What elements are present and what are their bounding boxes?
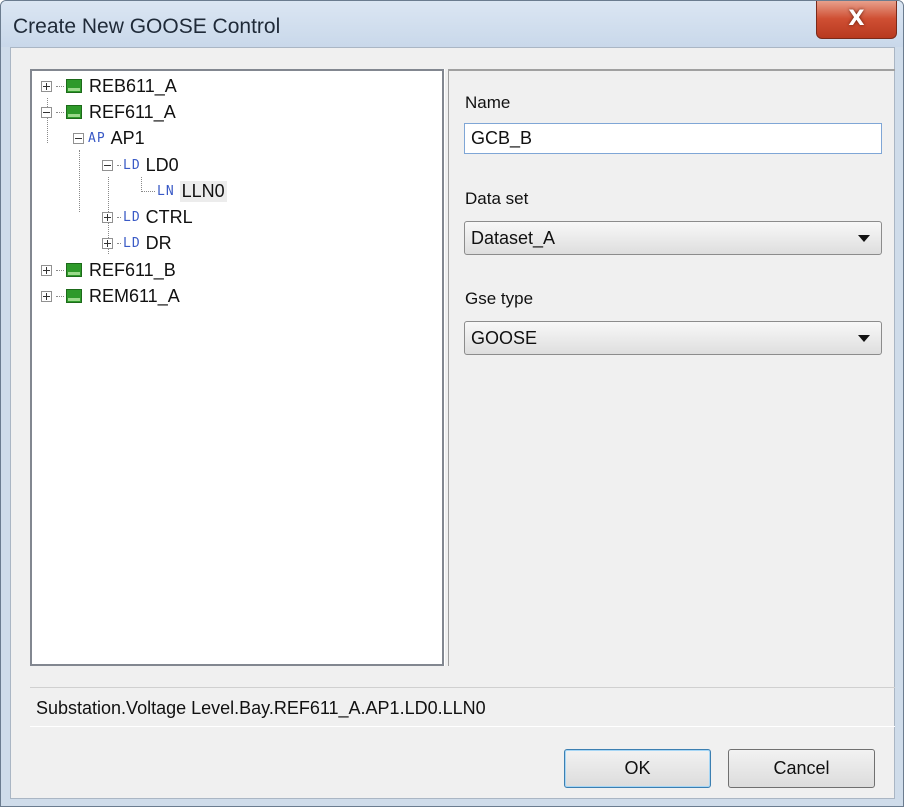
expand-icon[interactable]: [102, 211, 113, 223]
tree-connector-line: [79, 150, 80, 212]
logical-device-tag-icon: LD: [123, 235, 141, 251]
tree-item-label: CTRL: [145, 206, 193, 227]
close-button[interactable]: X: [816, 1, 897, 39]
expand-icon[interactable]: [41, 80, 52, 92]
tree-dots: [117, 164, 121, 166]
tree-item-label: REB611_A: [89, 75, 177, 96]
expand-icon[interactable]: [41, 290, 52, 302]
tree-item-label: LD0: [145, 154, 179, 175]
tree-item-ap1[interactable]: AP AP1: [73, 125, 145, 151]
create-goose-control-dialog: Create New GOOSE Control X REB611_A REF6…: [0, 0, 904, 807]
tree-item-label: DR: [145, 232, 172, 253]
ied-tree-view[interactable]: REB611_A REF611_A AP AP1 LD LD0 LN LLN0 …: [30, 69, 444, 666]
tree-dots: [56, 85, 64, 87]
ied-icon: [66, 79, 82, 93]
ok-button[interactable]: OK: [564, 749, 711, 788]
tree-item-reb611-a[interactable]: REB611_A: [41, 73, 177, 99]
tree-item-label: REF611_A: [89, 101, 176, 122]
tree-dots: [56, 111, 64, 113]
tree-item-label-selected: LLN0: [179, 180, 227, 202]
tree-item-lln0[interactable]: LN LLN0: [141, 178, 227, 204]
tree-item-dr[interactable]: LD DR: [102, 230, 172, 256]
tree-item-label: REM611_A: [89, 285, 180, 306]
expand-icon[interactable]: [41, 264, 52, 276]
properties-pane: Name GCB_B Data set Dataset_A Gse type G…: [449, 69, 895, 666]
ied-icon: [66, 289, 82, 303]
dropdown-arrow-icon[interactable]: [858, 335, 870, 342]
gse-type-dropdown[interactable]: GOOSE: [464, 321, 882, 355]
dataset-label: Data set: [465, 189, 529, 208]
tree-item-ld0[interactable]: LD LD0: [102, 152, 179, 178]
title-bar[interactable]: Create New GOOSE Control X: [1, 1, 903, 47]
gse-type-selected-value: GOOSE: [471, 328, 538, 348]
cancel-button[interactable]: Cancel: [728, 749, 875, 788]
logical-device-tag-icon: LD: [123, 157, 141, 173]
tree-dots: [56, 269, 64, 271]
access-point-tag-icon: AP: [88, 130, 106, 146]
dialog-client-area: REB611_A REF611_A AP AP1 LD LD0 LN LLN0 …: [10, 47, 895, 799]
tree-dots: [117, 216, 121, 218]
tree-item-ctrl[interactable]: LD CTRL: [102, 204, 193, 230]
logical-device-tag-icon: LD: [123, 209, 141, 225]
logical-node-tag-icon: LN: [157, 183, 175, 199]
dialog-title: Create New GOOSE Control: [13, 15, 281, 38]
ied-icon: [66, 263, 82, 277]
tree-item-rem611-a[interactable]: REM611_A: [41, 283, 180, 309]
tree-item-ref611-b[interactable]: REF611_B: [41, 257, 176, 283]
tree-dots: [56, 295, 64, 297]
selected-path-status: Substation.Voltage Level.Bay.REF611_A.AP…: [30, 687, 895, 727]
expand-icon[interactable]: [102, 237, 113, 249]
tree-dots: [117, 242, 121, 244]
name-input[interactable]: GCB_B: [464, 123, 882, 154]
dataset-dropdown[interactable]: Dataset_A: [464, 221, 882, 255]
tree-item-ref611-a[interactable]: REF611_A: [41, 99, 176, 125]
dropdown-arrow-icon[interactable]: [858, 235, 870, 242]
tree-dots: [141, 190, 155, 192]
ied-icon: [66, 105, 82, 119]
collapse-icon[interactable]: [41, 106, 52, 118]
collapse-icon[interactable]: [73, 132, 84, 144]
collapse-icon[interactable]: [102, 159, 113, 171]
gse-type-label: Gse type: [465, 289, 534, 308]
tree-item-label: AP1: [110, 127, 145, 148]
tree-item-label: REF611_B: [89, 259, 176, 280]
name-label: Name: [465, 93, 511, 112]
dataset-selected-value: Dataset_A: [471, 228, 556, 248]
